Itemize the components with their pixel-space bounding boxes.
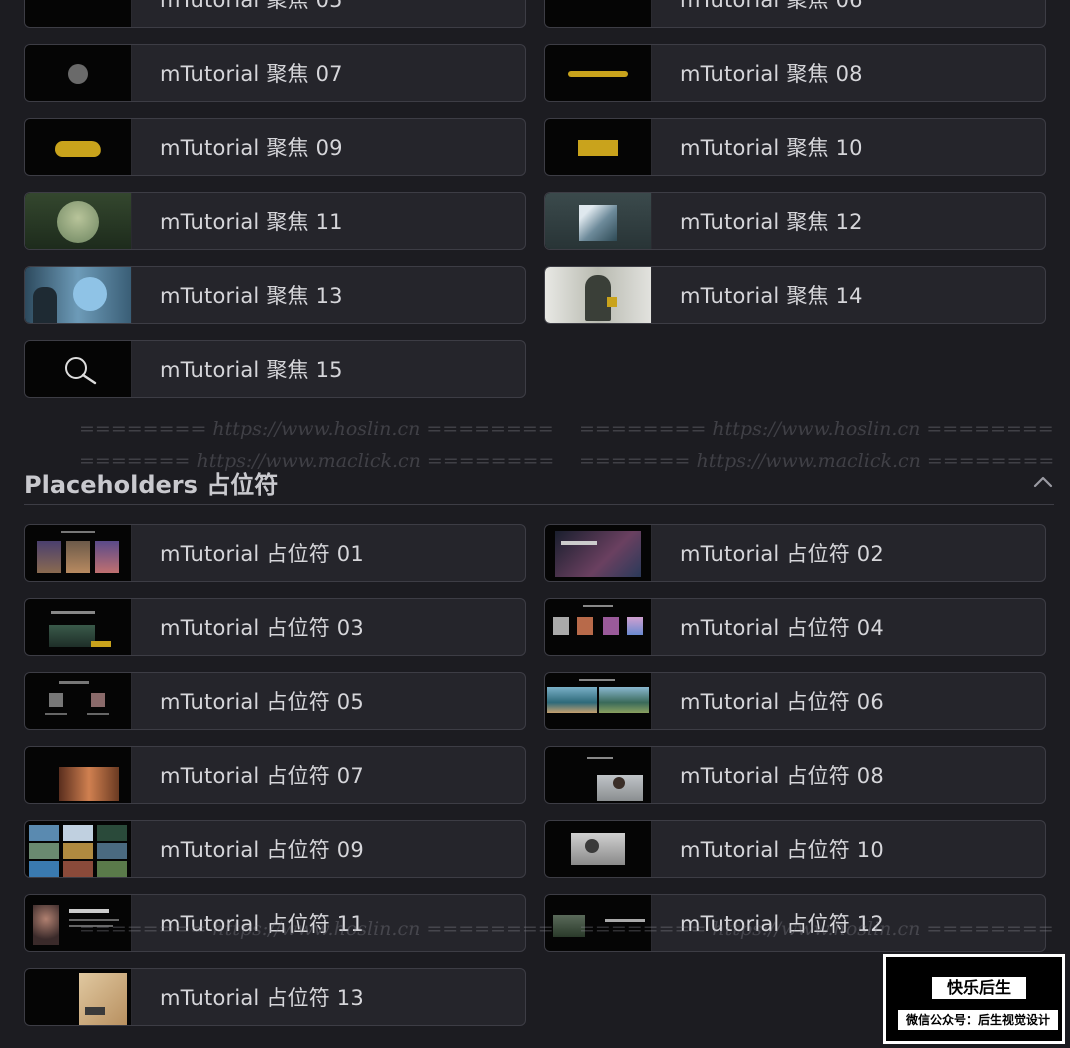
item-label: mTutorial 聚焦 14 [680, 284, 863, 308]
placeholders-section-header[interactable]: Placeholders 占位符 [24, 460, 1054, 505]
item-thumbnail [25, 0, 132, 27]
list-item[interactable]: mTutorial 聚焦 10 [544, 118, 1046, 176]
list-item[interactable]: mTutorial 占位符 07 [24, 746, 526, 804]
item-label: mTutorial 占位符 10 [680, 838, 884, 862]
item-thumbnail [25, 525, 132, 581]
item-thumbnail [545, 673, 652, 729]
list-item[interactable]: mTutorial 聚焦 12 [544, 192, 1046, 250]
section-title: Placeholders 占位符 [24, 470, 279, 499]
item-thumbnail [545, 895, 652, 951]
item-label: mTutorial 占位符 07 [160, 764, 364, 788]
list-item[interactable]: mTutorial 占位符 01 [24, 524, 526, 582]
item-thumbnail [545, 747, 652, 803]
watermark-text: ======== https://www.hoslin.cn ======== [79, 418, 554, 440]
item-label: mTutorial 聚焦 07 [160, 62, 343, 86]
item-thumbnail [25, 45, 132, 101]
item-label: mTutorial 占位符 05 [160, 690, 364, 714]
list-item[interactable]: mTutorial 占位符 11 [24, 894, 526, 952]
item-label: mTutorial 聚焦 11 [160, 210, 343, 234]
list-item[interactable]: mTutorial 占位符 04 [544, 598, 1046, 656]
item-thumbnail [545, 821, 652, 877]
item-label: mTutorial 占位符 12 [680, 912, 884, 936]
item-label: mTutorial 占位符 04 [680, 616, 884, 640]
list-item[interactable]: mTutorial 占位符 03 [24, 598, 526, 656]
item-label: mTutorial 聚焦 10 [680, 136, 863, 160]
item-thumbnail [545, 119, 652, 175]
item-thumbnail [545, 525, 652, 581]
item-label: mTutorial 聚焦 12 [680, 210, 863, 234]
item-thumbnail [545, 45, 652, 101]
list-item[interactable]: mTutorial 聚焦 15 [24, 340, 526, 398]
list-item[interactable]: mTutorial 占位符 13 [24, 968, 526, 1026]
list-item[interactable]: mTutorial 聚焦 14 [544, 266, 1046, 324]
item-thumbnail [25, 341, 132, 397]
item-thumbnail [25, 267, 132, 323]
list-item[interactable]: mTutorial 占位符 12 [544, 894, 1046, 952]
item-thumbnail [25, 599, 132, 655]
list-item[interactable]: mTutorial 聚焦 08 [544, 44, 1046, 102]
item-label: mTutorial 占位符 06 [680, 690, 884, 714]
list-item[interactable]: mTutorial 占位符 06 [544, 672, 1046, 730]
item-thumbnail [25, 119, 132, 175]
item-thumbnail [25, 747, 132, 803]
badge-subtitle: 微信公众号：后生视觉设计 [898, 1010, 1058, 1030]
item-label: mTutorial 占位符 03 [160, 616, 364, 640]
item-thumbnail [25, 969, 132, 1025]
list-item[interactable]: mTutorial 聚焦 06 [544, 0, 1046, 28]
list-item[interactable]: mTutorial 占位符 08 [544, 746, 1046, 804]
list-item[interactable]: mTutorial 占位符 02 [544, 524, 1046, 582]
item-label: mTutorial 占位符 11 [160, 912, 364, 936]
item-label: mTutorial 占位符 08 [680, 764, 884, 788]
list-item[interactable]: mTutorial 聚焦 05 [24, 0, 526, 28]
item-thumbnail [545, 267, 652, 323]
item-label: mTutorial 聚焦 06 [680, 0, 863, 12]
list-item[interactable]: mTutorial 占位符 10 [544, 820, 1046, 878]
badge-title: 快乐后生 [932, 977, 1026, 999]
list-item[interactable]: mTutorial 占位符 09 [24, 820, 526, 878]
item-thumbnail [25, 821, 132, 877]
item-label: mTutorial 聚焦 05 [160, 0, 343, 12]
item-label: mTutorial 占位符 01 [160, 542, 364, 566]
watermark-text: ======== https://www.hoslin.cn ======== [579, 418, 1054, 440]
item-label: mTutorial 占位符 09 [160, 838, 364, 862]
list-item[interactable]: mTutorial 聚焦 11 [24, 192, 526, 250]
item-label: mTutorial 聚焦 08 [680, 62, 863, 86]
item-thumbnail [545, 193, 652, 249]
item-label: mTutorial 占位符 02 [680, 542, 884, 566]
item-thumbnail [25, 895, 132, 951]
item-thumbnail [25, 673, 132, 729]
list-item[interactable]: mTutorial 聚焦 13 [24, 266, 526, 324]
item-thumbnail [545, 0, 652, 27]
publisher-badge: 快乐后生 微信公众号：后生视觉设计 [883, 954, 1065, 1044]
item-label: mTutorial 聚焦 13 [160, 284, 343, 308]
list-item[interactable]: mTutorial 聚焦 07 [24, 44, 526, 102]
item-thumbnail [25, 193, 132, 249]
item-label: mTutorial 聚焦 09 [160, 136, 343, 160]
item-label: mTutorial 聚焦 15 [160, 358, 343, 382]
list-item[interactable]: mTutorial 聚焦 09 [24, 118, 526, 176]
item-thumbnail [545, 599, 652, 655]
item-label: mTutorial 占位符 13 [160, 986, 364, 1010]
chevron-up-icon[interactable] [1032, 471, 1054, 493]
list-item[interactable]: mTutorial 占位符 05 [24, 672, 526, 730]
